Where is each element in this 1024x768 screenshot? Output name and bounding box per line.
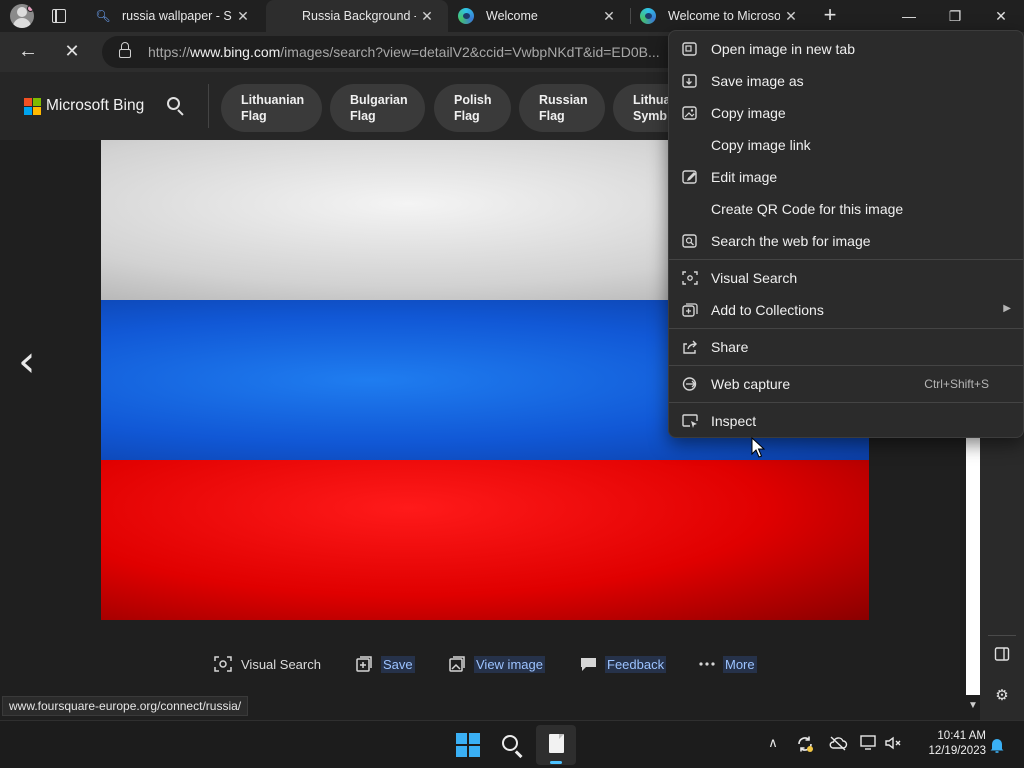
microsoft-logo-icon[interactable]	[24, 98, 41, 115]
windows-taskbar: ∧ 10:41 AM 12/19/2023	[0, 720, 1024, 768]
save-image-icon	[681, 73, 699, 89]
menu-share[interactable]: Share	[669, 331, 1023, 363]
edge-icon	[640, 8, 656, 24]
sidebar-settings-gear-icon[interactable]: ⚙	[990, 684, 1014, 708]
bing-brand-name[interactable]: Microsoft Bing	[46, 97, 144, 115]
visual-search-icon	[214, 656, 232, 672]
menu-open-image-new-tab[interactable]: Open image in new tab	[669, 33, 1023, 65]
tab-close-icon[interactable]: ✕	[232, 8, 254, 25]
more-button[interactable]: More	[698, 654, 757, 674]
tab-russia-wallpaper[interactable]: 🔍︎ russia wallpaper - Search ✕	[84, 0, 264, 32]
profile-avatar-icon[interactable]	[10, 4, 34, 28]
submenu-arrow-icon: ▶	[1003, 303, 1011, 314]
feedback-button[interactable]: Feedback	[580, 654, 667, 674]
back-arrow-icon[interactable]: ←	[16, 40, 40, 64]
new-tab-button[interactable]: +	[818, 4, 842, 28]
menu-separator	[669, 365, 1023, 366]
search-icon[interactable]	[164, 94, 188, 118]
split-screen-icon[interactable]	[990, 646, 1014, 670]
taskbar-app-document-icon[interactable]	[536, 725, 576, 765]
sync-icon[interactable]	[795, 735, 815, 755]
related-chip-lithuanian-flag[interactable]: Lithuanian Flag	[221, 84, 322, 132]
menu-web-capture[interactable]: Web capture Ctrl+Shift+S	[669, 368, 1023, 400]
tab-welcome[interactable]: Welcome ✕	[448, 0, 630, 32]
feedback-chat-icon	[580, 656, 598, 672]
network-monitor-icon[interactable]	[860, 735, 880, 755]
tab-actions-menu-icon[interactable]	[50, 7, 68, 25]
mouse-cursor-icon	[751, 437, 765, 458]
collections-icon	[681, 302, 699, 318]
stop-loading-icon[interactable]: ✕	[60, 40, 84, 64]
more-dots-icon	[698, 656, 716, 672]
link-status-bar: www.foursquare-europe.org/connect/russia…	[2, 696, 249, 716]
system-clock[interactable]: 10:41 AM 12/19/2023	[916, 729, 986, 759]
menu-separator	[669, 402, 1023, 403]
save-button[interactable]: Save	[356, 654, 415, 674]
menu-separator	[669, 259, 1023, 260]
menu-add-to-collections[interactable]: Add to Collections ▶	[669, 294, 1023, 326]
open-new-tab-icon	[681, 41, 699, 57]
lock-icon[interactable]	[119, 42, 131, 58]
menu-copy-image[interactable]: Copy image	[669, 97, 1023, 129]
edge-icon	[458, 8, 474, 24]
tab-strip: 🔍︎ russia wallpaper - Search ✕ Russia Ba…	[0, 0, 1024, 32]
image-context-menu: Open image in new tab Save image as Copy…	[668, 30, 1024, 438]
scroll-down-arrow-icon[interactable]: ▼	[967, 698, 979, 714]
related-chip-russian-flag[interactable]: Russian Flag	[519, 84, 605, 132]
url-domain: www.bing.com	[190, 44, 281, 60]
copy-image-icon	[681, 105, 699, 121]
onedrive-cloud-offline-icon[interactable]	[828, 735, 848, 755]
sidebar-divider	[988, 635, 1016, 636]
menu-inspect[interactable]: Inspect	[669, 405, 1023, 437]
visual-search-button[interactable]: Visual Search	[214, 654, 323, 674]
tab-close-icon[interactable]: ✕	[780, 8, 802, 25]
save-collection-icon	[356, 656, 374, 672]
tab-title: Welcome	[486, 9, 538, 23]
menu-edit-image[interactable]: Edit image	[669, 161, 1023, 193]
close-window-button[interactable]: ✕	[978, 0, 1024, 32]
menu-visual-search[interactable]: Visual Search	[669, 262, 1023, 294]
search-image-icon	[681, 233, 699, 249]
view-image-icon	[449, 656, 467, 672]
clock-time: 10:41 AM	[937, 730, 986, 742]
clock-date: 12/19/2023	[928, 745, 986, 757]
address-bar[interactable]: https://www.bing.com/images/search?view=…	[102, 36, 702, 68]
related-chip-bulgarian-flag[interactable]: Bulgarian Flag	[330, 84, 425, 132]
menu-search-web-for-image[interactable]: Search the web for image	[669, 225, 1023, 257]
tab-title: russia wallpaper - Search	[122, 9, 232, 23]
screen: 🔍︎ russia wallpaper - Search ✕ Russia Ba…	[0, 0, 1024, 768]
share-icon	[681, 339, 699, 355]
tab-title: Welcome to Microsoft Edge	[668, 9, 780, 23]
edit-image-icon	[681, 169, 699, 185]
tab-close-icon[interactable]: ✕	[598, 8, 620, 25]
tab-close-icon[interactable]: ✕	[416, 8, 438, 25]
tab-welcome-to-edge[interactable]: Welcome to Microsoft Edge ✕	[630, 0, 812, 32]
url-text[interactable]: https://www.bing.com/images/search?view=…	[148, 44, 660, 60]
related-chip-polish-flag[interactable]: Polish Flag	[434, 84, 511, 132]
header-divider	[208, 84, 209, 128]
tab-russia-background[interactable]: Russia Background - Search ✕	[266, 0, 448, 32]
previous-image-chevron-icon[interactable]: ‹	[18, 340, 48, 388]
windows-start-icon[interactable]	[456, 733, 480, 757]
image-action-bar: Visual Search Save View image Feedback M…	[0, 648, 966, 680]
menu-save-image-as[interactable]: Save image as	[669, 65, 1023, 97]
notification-bell-icon[interactable]	[988, 736, 1006, 754]
flag-red-stripe	[101, 460, 869, 620]
view-image-button[interactable]: View image	[449, 654, 545, 674]
web-capture-icon	[681, 376, 699, 392]
inspect-devtools-icon	[681, 413, 699, 429]
taskbar-search-icon[interactable]	[500, 733, 526, 759]
maximize-button[interactable]: ❐	[932, 0, 978, 32]
menu-create-qr-code[interactable]: Create QR Code for this image	[669, 193, 1023, 225]
bing-search-icon: 🔍︎	[95, 9, 111, 23]
show-hidden-icons-chevron-icon[interactable]: ∧	[765, 735, 781, 755]
menu-separator	[669, 328, 1023, 329]
menu-copy-image-link[interactable]: Copy image link	[669, 129, 1023, 161]
visual-search-icon	[681, 270, 699, 286]
minimize-button[interactable]: —	[886, 0, 932, 32]
tab-title: Russia Background - Search	[302, 9, 416, 23]
volume-muted-icon[interactable]	[884, 735, 904, 755]
web-capture-shortcut: Ctrl+Shift+S	[924, 377, 989, 391]
